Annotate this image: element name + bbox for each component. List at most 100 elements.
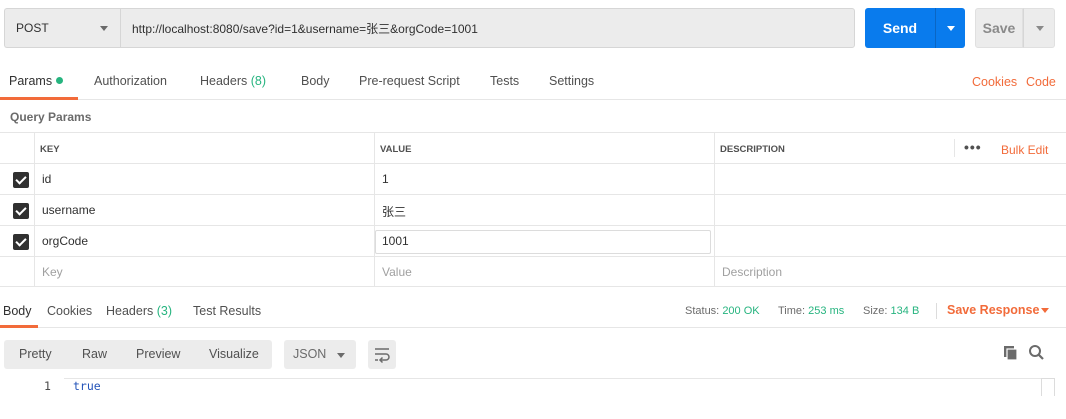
new-key-input[interactable]: Key [42, 265, 63, 279]
column-divider [374, 133, 375, 163]
table-row: username 张三 [0, 194, 1066, 225]
query-params-title: Query Params [10, 110, 92, 124]
column-divider [714, 133, 715, 163]
new-value-input[interactable]: Value [382, 265, 412, 279]
new-description-input[interactable]: Description [722, 265, 782, 279]
active-tab-indicator [0, 97, 78, 100]
chevron-down-icon [100, 26, 108, 31]
checkbox-checked-icon[interactable] [13, 234, 29, 250]
time-indicator: Time: 253 ms [778, 295, 844, 327]
request-bar: POST http://localhost:8080/save?id=1&use… [4, 8, 855, 48]
format-pretty-button[interactable]: Pretty [19, 340, 52, 369]
param-key-field[interactable]: id [42, 172, 51, 186]
param-key-field[interactable]: username [42, 203, 95, 217]
cookies-link[interactable]: Cookies [972, 64, 1017, 100]
tab-body[interactable]: Body [301, 64, 330, 100]
dropdown-caret-icon [337, 353, 345, 358]
param-value-field[interactable]: 1001 [382, 234, 409, 248]
column-divider [714, 195, 715, 225]
search-icon[interactable] [1028, 344, 1045, 361]
column-divider [954, 139, 955, 157]
format-visualize-button[interactable]: Visualize [209, 340, 259, 369]
table-header-row: KEY VALUE DESCRIPTION ••• Bulk Edit [0, 132, 1066, 163]
tab-prerequest-script[interactable]: Pre-request Script [359, 64, 460, 100]
params-active-dot [56, 77, 64, 84]
response-format-group: Pretty Raw Preview Visualize [4, 340, 272, 369]
table-row-new: Key Value Description [0, 256, 1066, 287]
tab-params[interactable]: Params [9, 64, 64, 100]
save-response-button[interactable]: Save Response [947, 295, 1039, 325]
response-tabs: Body Cookies Headers (3) Test Results St… [0, 295, 1066, 328]
active-response-tab-indicator [0, 325, 38, 328]
param-value-edit-box[interactable] [375, 230, 711, 254]
size-label: Size: [863, 305, 888, 317]
column-divider [34, 195, 35, 225]
time-value: 253 ms [808, 305, 845, 317]
code-link[interactable]: Code [1026, 64, 1056, 100]
tab-headers[interactable]: Headers (8) [200, 64, 266, 100]
checkbox-checked-icon[interactable] [13, 172, 29, 188]
column-divider [374, 164, 375, 194]
column-header-key: KEY [40, 144, 60, 155]
time-label: Time: [778, 305, 806, 317]
response-tab-test-results[interactable]: Test Results [193, 295, 261, 327]
bulk-edit-link[interactable]: Bulk Edit [1001, 143, 1048, 157]
param-value-field[interactable]: 1 [382, 172, 389, 186]
column-header-value: VALUE [380, 144, 412, 155]
column-divider [34, 133, 35, 163]
response-tab-cookies[interactable]: Cookies [47, 295, 92, 327]
save-button[interactable]: Save [975, 8, 1023, 48]
column-divider [714, 164, 715, 194]
copy-icon[interactable] [1003, 345, 1019, 361]
chevron-down-icon[interactable] [1041, 308, 1049, 313]
response-tab-body[interactable]: Body [3, 295, 32, 327]
checkbox-checked-icon[interactable] [13, 203, 29, 219]
line-number: 1 [44, 379, 51, 393]
column-header-description: DESCRIPTION [720, 144, 785, 155]
send-button[interactable]: Send [865, 8, 935, 48]
send-options-dropdown[interactable] [935, 8, 965, 48]
request-tabs: Params Authorization Headers (8) Body Pr… [0, 64, 1066, 100]
column-divider [714, 226, 715, 256]
language-select-label: JSON [293, 347, 327, 361]
status-indicator: Status: 200 OK [685, 295, 760, 327]
status-label: Status: [685, 305, 720, 317]
code-scrollbar[interactable] [1041, 378, 1055, 396]
code-editor-top-border [64, 378, 1044, 379]
save-options-dropdown[interactable] [1023, 8, 1055, 48]
column-divider [374, 257, 375, 286]
format-preview-button[interactable]: Preview [136, 340, 180, 369]
size-value: 134 B [890, 305, 920, 317]
column-divider [34, 257, 35, 286]
language-select[interactable]: JSON [284, 340, 356, 369]
url-input[interactable]: http://localhost:8080/save?id=1&username… [120, 8, 855, 48]
format-raw-button[interactable]: Raw [82, 340, 107, 369]
column-divider [374, 195, 375, 225]
save-button-group: Save [975, 8, 1055, 48]
wrap-lines-button[interactable] [368, 340, 396, 369]
tab-tests[interactable]: Tests [490, 64, 519, 100]
column-divider [34, 226, 35, 256]
table-row: orgCode 1001 [0, 225, 1066, 256]
response-body-text[interactable]: true [73, 379, 101, 393]
tab-settings[interactable]: Settings [549, 64, 594, 100]
param-value-field[interactable]: 张三 [382, 203, 406, 220]
method-select[interactable]: POST [4, 8, 120, 48]
tab-authorization[interactable]: Authorization [94, 64, 167, 100]
headers-count-badge: (8) [250, 74, 267, 88]
response-headers-count-badge: (3) [156, 304, 173, 318]
param-key-field[interactable]: orgCode [42, 234, 88, 248]
wrap-lines-icon [375, 348, 390, 364]
size-indicator: Size: 134 B [863, 295, 919, 327]
more-dots-icon[interactable]: ••• [964, 139, 982, 155]
method-label: POST [16, 21, 49, 35]
response-tab-headers[interactable]: Headers (3) [106, 295, 172, 327]
divider [936, 303, 937, 319]
tab-headers-label: Headers [200, 74, 248, 88]
tab-params-label: Params [9, 74, 53, 88]
response-tab-headers-label: Headers [106, 304, 154, 318]
send-button-group: Send [865, 8, 965, 48]
table-row: id 1 [0, 163, 1066, 194]
column-divider [714, 257, 715, 286]
column-divider [34, 164, 35, 194]
